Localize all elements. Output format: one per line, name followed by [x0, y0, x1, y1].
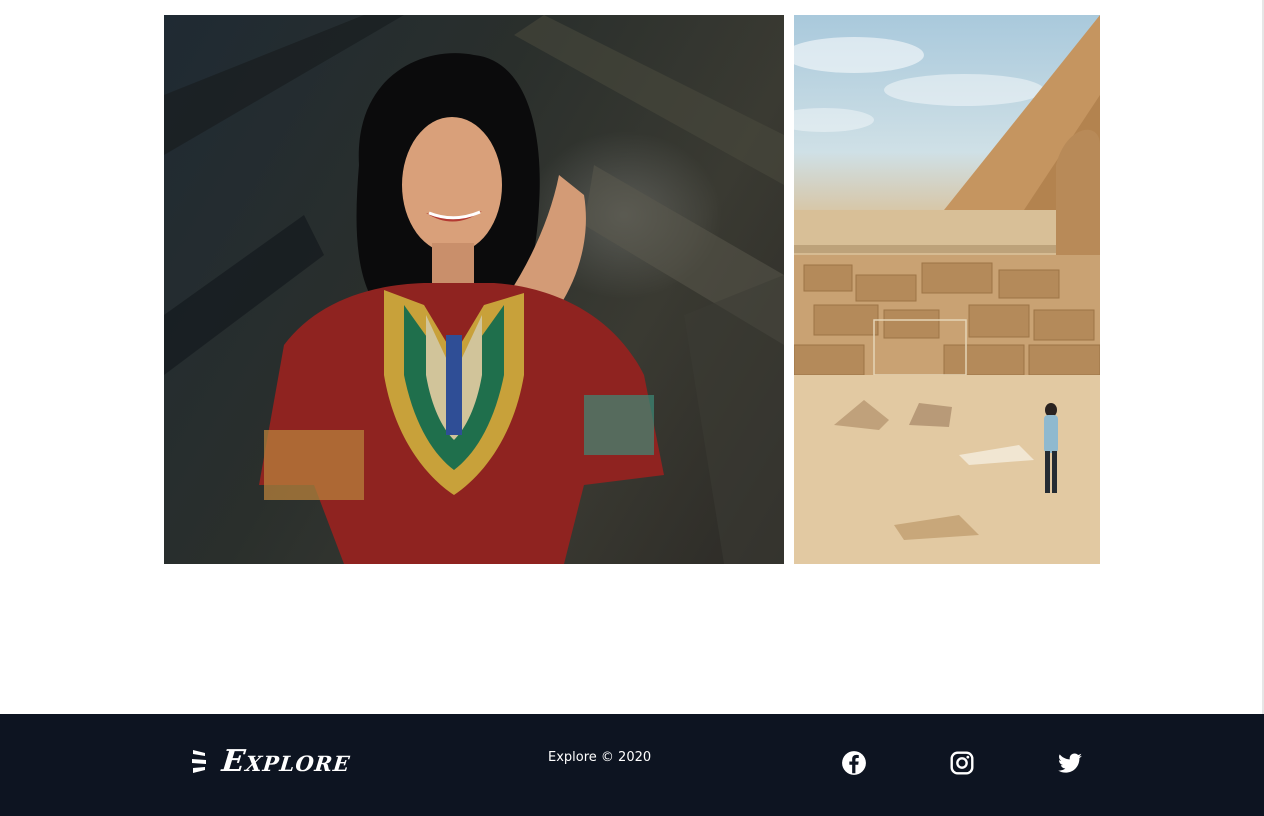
twitter-icon: [1058, 753, 1082, 773]
footer-brand[interactable]: Explore: [190, 744, 353, 779]
page: Explore Explore © 2020: [0, 0, 1264, 816]
instagram-link[interactable]: [949, 750, 975, 776]
instagram-icon: [950, 751, 974, 775]
copyright-text: Explore © 2020: [548, 750, 652, 765]
portrait-illustration: [164, 15, 784, 564]
logo-icon: [192, 749, 206, 773]
facebook-icon: [842, 751, 866, 775]
brand-name: Explore: [220, 744, 353, 779]
twitter-link[interactable]: [1057, 750, 1083, 776]
gallery-image-pyramids: [794, 15, 1100, 564]
site-footer: Explore Explore © 2020: [0, 714, 1264, 816]
pyramid-illustration: [794, 15, 1100, 564]
facebook-link[interactable]: [841, 750, 867, 776]
gallery-image-portrait: [164, 15, 784, 564]
